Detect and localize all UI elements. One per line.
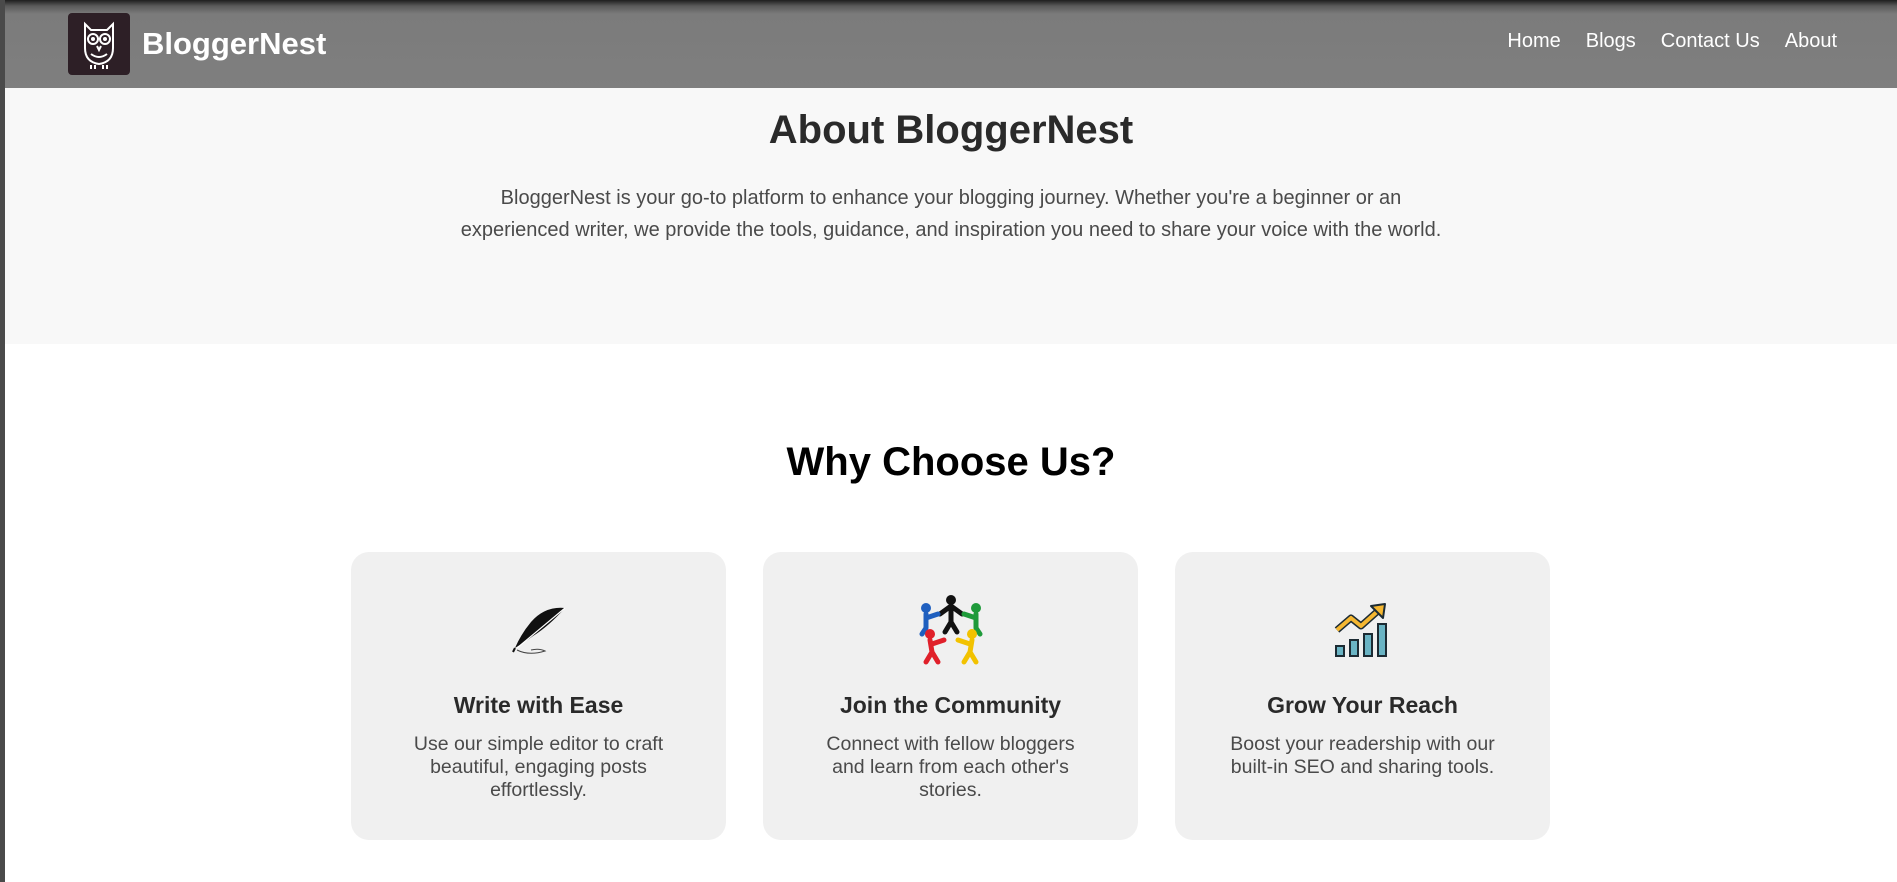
- growth-chart-icon: [1175, 592, 1550, 668]
- feature-text: Connect with fellow bloggers and learn f…: [826, 733, 1075, 801]
- feature-text: Use our simple editor to craft beautiful…: [413, 733, 664, 801]
- quill-icon: [351, 592, 726, 668]
- feature-title: Join the Community: [839, 692, 1062, 718]
- nav-links: Home Blogs Contact Us About: [1507, 30, 1837, 53]
- about-title: About BloggerNest: [768, 108, 1134, 152]
- owl-logo-icon: [68, 13, 130, 75]
- feature-title: Grow Your Reach: [1267, 692, 1458, 718]
- nav-link-home[interactable]: Home: [1507, 30, 1560, 53]
- navbar: BloggerNest Home Blogs Contact Us About: [5, 0, 1897, 88]
- feature-text: Boost your readership with our built-in …: [1230, 733, 1495, 778]
- feature-title: Write with Ease: [453, 692, 624, 718]
- nav-link-contact-us[interactable]: Contact Us: [1661, 30, 1760, 53]
- feature-card-write: Write with Ease Use our simple editor to…: [351, 552, 726, 840]
- feature-card-reach: Grow Your Reach Boost your readership wi…: [1175, 552, 1550, 840]
- brand[interactable]: BloggerNest: [68, 13, 326, 75]
- community-icon: [763, 592, 1138, 668]
- page: BloggerNest Home Blogs Contact Us About …: [5, 0, 1897, 882]
- about-section: About BloggerNest BloggerNest is your go…: [5, 88, 1897, 344]
- feature-card-community: Join the Community Connect with fellow b…: [763, 552, 1138, 840]
- nav-link-about[interactable]: About: [1785, 30, 1837, 53]
- nav-link-blogs[interactable]: Blogs: [1586, 30, 1636, 53]
- about-text: BloggerNest is your go-to platform to en…: [460, 187, 1442, 241]
- why-title: Why Choose Us?: [786, 440, 1116, 484]
- brand-name: BloggerNest: [142, 26, 327, 61]
